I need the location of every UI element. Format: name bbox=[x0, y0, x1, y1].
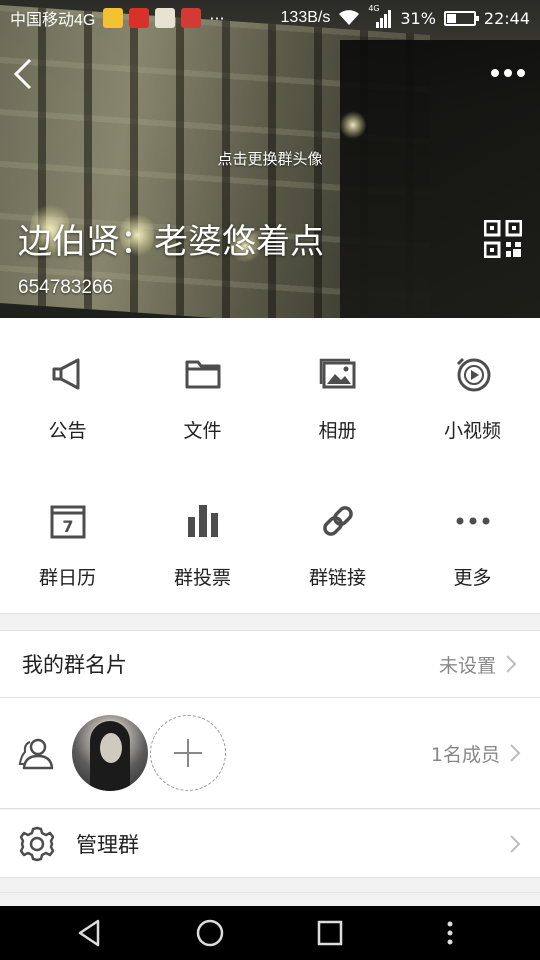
grid-item-label: 更多 bbox=[453, 567, 492, 589]
carrier-label: 中国移动4G bbox=[10, 12, 96, 29]
grid-item-more[interactable]: 更多 bbox=[405, 466, 540, 614]
battery-percent: 31% bbox=[400, 8, 436, 28]
member-avatar[interactable] bbox=[72, 715, 148, 791]
group-name: 边伯贤：老婆悠着点 bbox=[18, 222, 324, 262]
grid-item-announcement[interactable]: 公告 bbox=[0, 318, 135, 466]
back-icon[interactable] bbox=[10, 56, 40, 92]
grid-item-label: 相册 bbox=[318, 420, 357, 442]
qr-code-icon[interactable] bbox=[484, 220, 522, 258]
nav-back-icon[interactable] bbox=[74, 917, 106, 949]
nav-menu-icon[interactable] bbox=[434, 917, 466, 949]
more-notifications-icon: ··· bbox=[209, 8, 225, 28]
grid-item-vote[interactable]: 群投票 bbox=[135, 466, 270, 614]
manage-group-label: 管理群 bbox=[76, 832, 139, 857]
members-icon bbox=[18, 738, 54, 770]
grid-item-label: 群日历 bbox=[38, 567, 96, 589]
app-notification-icon bbox=[155, 8, 176, 28]
svg-text:7: 7 bbox=[62, 517, 73, 536]
battery-icon bbox=[443, 10, 479, 26]
nav-recents-icon[interactable] bbox=[314, 917, 346, 949]
grid-item-label: 小视频 bbox=[443, 420, 501, 442]
folder-icon bbox=[185, 360, 220, 389]
grid-item-files[interactable]: 文件 bbox=[135, 318, 270, 466]
signal-icon: 4G bbox=[368, 4, 392, 28]
add-member-button[interactable] bbox=[150, 715, 226, 791]
app-notification-icon bbox=[181, 8, 202, 28]
chevron-right-icon bbox=[510, 834, 521, 853]
album-icon bbox=[319, 358, 355, 389]
nav-home-icon[interactable] bbox=[194, 917, 226, 949]
my-group-card-label: 我的群名片 bbox=[22, 653, 127, 677]
more-icon bbox=[456, 517, 489, 525]
change-avatar-hint[interactable]: 点击更换群头像 bbox=[0, 148, 540, 169]
chevron-right-icon bbox=[506, 655, 517, 673]
grid-item-group-link[interactable]: 群链接 bbox=[270, 466, 405, 614]
app-notification-icon bbox=[103, 8, 124, 28]
feature-grid: 公告 文件 相册 小视频 7 群日历 群投票 群链接 更多 bbox=[0, 318, 540, 614]
member-count: 1名成员 bbox=[430, 743, 500, 766]
group-id: 654783266 bbox=[18, 277, 114, 298]
clock: 22:44 bbox=[483, 8, 530, 28]
wifi-icon bbox=[339, 10, 360, 25]
app-notification-icon bbox=[129, 8, 150, 28]
manage-group-row[interactable]: 管理群 bbox=[0, 810, 540, 878]
group-header: 中国移动4G ··· 133B/s 4G 31% 22:44 点击更换群头像 边… bbox=[0, 0, 540, 318]
grid-item-label: 群链接 bbox=[308, 567, 366, 589]
grid-item-calendar[interactable]: 7 群日历 bbox=[0, 466, 135, 614]
megaphone-icon bbox=[52, 358, 79, 390]
video-icon bbox=[456, 357, 490, 392]
system-nav-bar bbox=[0, 906, 540, 960]
status-bar: 中国移动4G ··· 133B/s 4G 31% 22:44 bbox=[0, 0, 540, 36]
chevron-right-icon bbox=[510, 744, 521, 762]
net-speed: 133B/s bbox=[280, 9, 331, 26]
plus-icon bbox=[174, 739, 202, 767]
grid-item-short-video[interactable]: 小视频 bbox=[405, 318, 540, 466]
calendar-icon: 7 bbox=[50, 505, 85, 539]
grid-item-label: 文件 bbox=[183, 420, 222, 442]
more-options-icon[interactable] bbox=[488, 58, 528, 88]
my-group-card-value: 未设置 bbox=[438, 654, 496, 677]
members-row[interactable]: 1名成员 bbox=[0, 698, 540, 809]
link-icon bbox=[322, 506, 353, 536]
grid-item-label: 群投票 bbox=[173, 567, 231, 589]
grid-item-label: 公告 bbox=[48, 420, 87, 442]
gear-icon bbox=[19, 826, 55, 861]
grid-item-album[interactable]: 相册 bbox=[270, 318, 405, 466]
vote-icon bbox=[187, 505, 218, 537]
my-group-card-row[interactable]: 我的群名片 未设置 bbox=[0, 630, 540, 698]
